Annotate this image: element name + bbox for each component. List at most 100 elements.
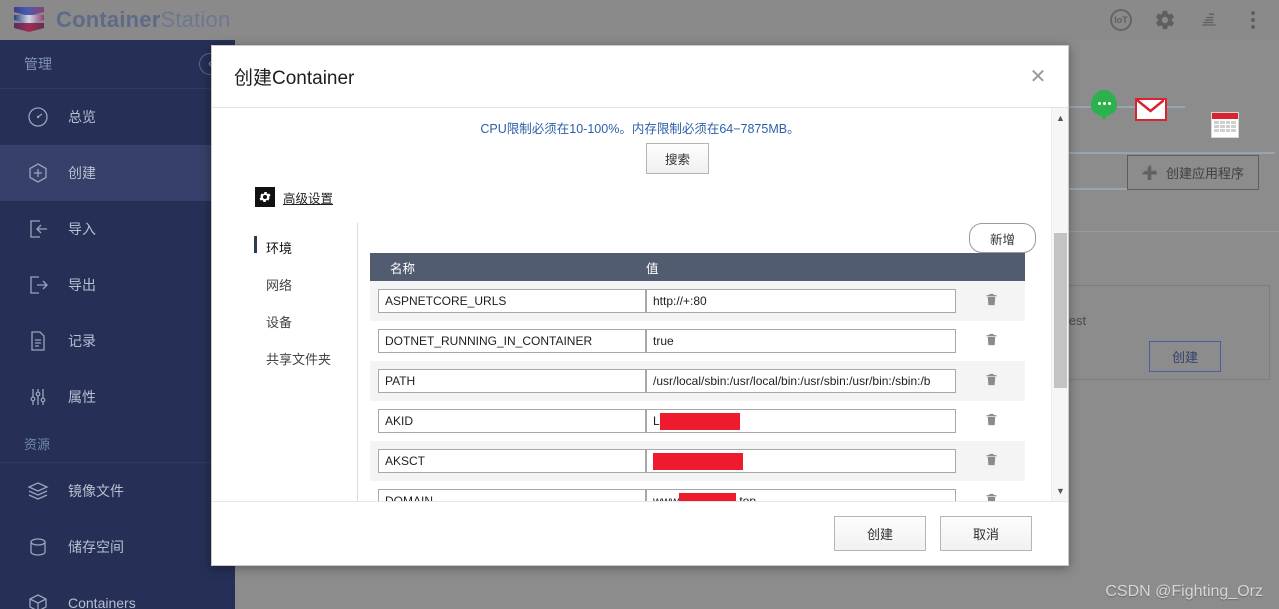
tab-device[interactable]: 设备 [248, 303, 357, 340]
sidebar-section-resources: 资源 [0, 425, 235, 463]
env-value-input[interactable]: true [646, 329, 956, 353]
dialog-footer: 创建 取消 [212, 501, 1068, 565]
redaction-block [679, 492, 736, 501]
sliders-icon [24, 384, 52, 410]
cell-name: PATH [370, 369, 646, 393]
overflow-menu-icon[interactable] [1241, 8, 1265, 32]
confirm-create-button[interactable]: 创建 [833, 516, 926, 551]
chat-app-icon[interactable] [1091, 90, 1117, 121]
create-container-dialog: 创建Container ✕ CPU限制必须在10-100%。内存限制必须在64−… [211, 45, 1069, 566]
plus-icon: ➕ [1141, 164, 1158, 180]
database-icon [24, 534, 52, 560]
advanced-settings-link[interactable]: 高级设置 [283, 188, 333, 207]
env-name-input[interactable]: ASPNETCORE_URLS [378, 289, 646, 313]
brand-secondary: Station [160, 7, 231, 32]
tab-network[interactable]: 网络 [248, 266, 357, 303]
env-value-input[interactable]: www .top [646, 489, 956, 501]
scroll-down-icon[interactable]: ▼ [1052, 483, 1068, 499]
column-header-value: 值 [646, 261, 659, 276]
cell-value: true [646, 329, 957, 353]
table-row: DOMAIN www .top [370, 481, 1025, 501]
calendar-app-icon[interactable] [1211, 112, 1239, 138]
cell-actions [957, 291, 1025, 312]
tab-shared-folder[interactable]: 共享文件夹 [248, 340, 357, 377]
table-row: AKID L [370, 401, 1025, 441]
app-brand: ContainerStation [56, 7, 230, 33]
dialog-scrollbar-thumb[interactable] [1054, 233, 1067, 388]
create-application-button[interactable]: ➕ 创建应用程序 [1126, 155, 1259, 190]
sidebar-item-containers[interactable]: Containers [0, 575, 235, 609]
env-value-input[interactable]: http://+:80 [646, 289, 956, 313]
sidebar-item-storage[interactable]: 储存空间 [0, 519, 235, 575]
dashboard-icon [24, 104, 52, 130]
env-value-input[interactable]: L [646, 409, 956, 433]
sidebar-item-overview[interactable]: 总览 [0, 89, 235, 145]
cell-name: DOTNET_RUNNING_IN_CONTAINER [370, 329, 646, 353]
create-button[interactable]: 创建 [1149, 341, 1222, 372]
advanced-settings-row[interactable]: 高级设置 [212, 177, 1068, 207]
limits-hint: CPU限制必须在10-100%。内存限制必须在64−7875MB。 [480, 122, 800, 136]
settings-panel: 环境 网络 设备 共享文件夹 新增 名称 值 ASPNETCORE_URLS h… [248, 223, 1068, 501]
trash-icon[interactable] [984, 491, 999, 501]
trash-icon[interactable] [984, 291, 999, 312]
sidebar-header-label: 管理 [24, 56, 52, 72]
box-icon [24, 590, 52, 609]
sidebar-item-label: 导出 [68, 277, 96, 293]
dialog-scrollbar[interactable]: ▲ ▼ [1051, 108, 1068, 501]
env-name-input[interactable]: AKSCT [378, 449, 646, 473]
cell-name: AKSCT [370, 449, 646, 473]
add-variable-button[interactable]: 新增 [968, 223, 1036, 253]
cell-name: DOMAIN [370, 489, 646, 501]
cell-name: AKID [370, 409, 646, 433]
trash-icon[interactable] [984, 371, 999, 392]
search-row: 搜索 [212, 143, 1068, 177]
scroll-up-icon[interactable]: ▲ [1052, 110, 1068, 126]
env-name-input[interactable]: DOMAIN [378, 489, 646, 501]
sidebar-section-label: 资源 [24, 437, 51, 452]
cell-actions [957, 411, 1025, 432]
env-name-input[interactable]: PATH [378, 369, 646, 393]
cell-value: www .top [646, 489, 957, 501]
search-button[interactable]: 搜索 [646, 143, 710, 174]
redaction-block [659, 412, 740, 430]
table-row: AKSCT [370, 441, 1025, 481]
layers-icon [24, 478, 52, 504]
sidebar-item-create[interactable]: 创建 [0, 145, 235, 201]
tab-environment[interactable]: 环境 [248, 229, 357, 266]
sidebar-item-logs[interactable]: 记录 [0, 313, 235, 369]
env-value-input[interactable] [646, 449, 956, 473]
gear-icon[interactable] [1153, 8, 1177, 32]
cell-value [646, 449, 957, 473]
sidebar-item-images[interactable]: 镜像文件 [0, 463, 235, 519]
brand-primary: Container [56, 7, 161, 32]
sidebar-item-properties[interactable]: 属性 [0, 369, 235, 425]
document-icon [24, 328, 52, 354]
cancel-button[interactable]: 取消 [939, 516, 1032, 551]
cell-actions [957, 331, 1025, 352]
env-name-input[interactable]: DOTNET_RUNNING_IN_CONTAINER [378, 329, 646, 353]
plus-hexagon-icon [24, 160, 52, 186]
import-icon [24, 216, 52, 242]
env-value-input[interactable]: /usr/local/sbin:/usr/local/bin:/usr/sbin… [646, 369, 956, 393]
dialog-header: 创建Container ✕ [212, 46, 1068, 108]
sidebar: 管理 ‹ 总览 创建 导入 导出 记录 属性 资源 镜像文件 储存空间 Cont… [0, 40, 235, 609]
iot-icon[interactable]: IoT [1109, 8, 1133, 32]
iot-icon-label: IoT [1110, 9, 1132, 31]
sidebar-item-export[interactable]: 导出 [0, 257, 235, 313]
tab-label: 环境 [266, 241, 293, 256]
settings-tabs: 环境 网络 设备 共享文件夹 [248, 223, 358, 501]
tab-label: 共享文件夹 [266, 352, 332, 367]
table-row: DOTNET_RUNNING_IN_CONTAINER true [370, 321, 1025, 361]
close-icon[interactable]: ✕ [1026, 65, 1050, 89]
watermark: CSDN @Fighting_Orz [1105, 583, 1263, 600]
trash-icon[interactable] [984, 331, 999, 352]
table-header: 名称 值 [370, 253, 1025, 281]
cell-actions [957, 371, 1025, 392]
gear-icon [255, 187, 275, 207]
trash-icon[interactable] [984, 451, 999, 472]
sidebar-item-import[interactable]: 导入 [0, 201, 235, 257]
trash-icon[interactable] [984, 411, 999, 432]
logs-icon[interactable] [1197, 8, 1221, 32]
mail-app-icon[interactable] [1135, 98, 1167, 121]
env-name-input[interactable]: AKID [378, 409, 646, 433]
